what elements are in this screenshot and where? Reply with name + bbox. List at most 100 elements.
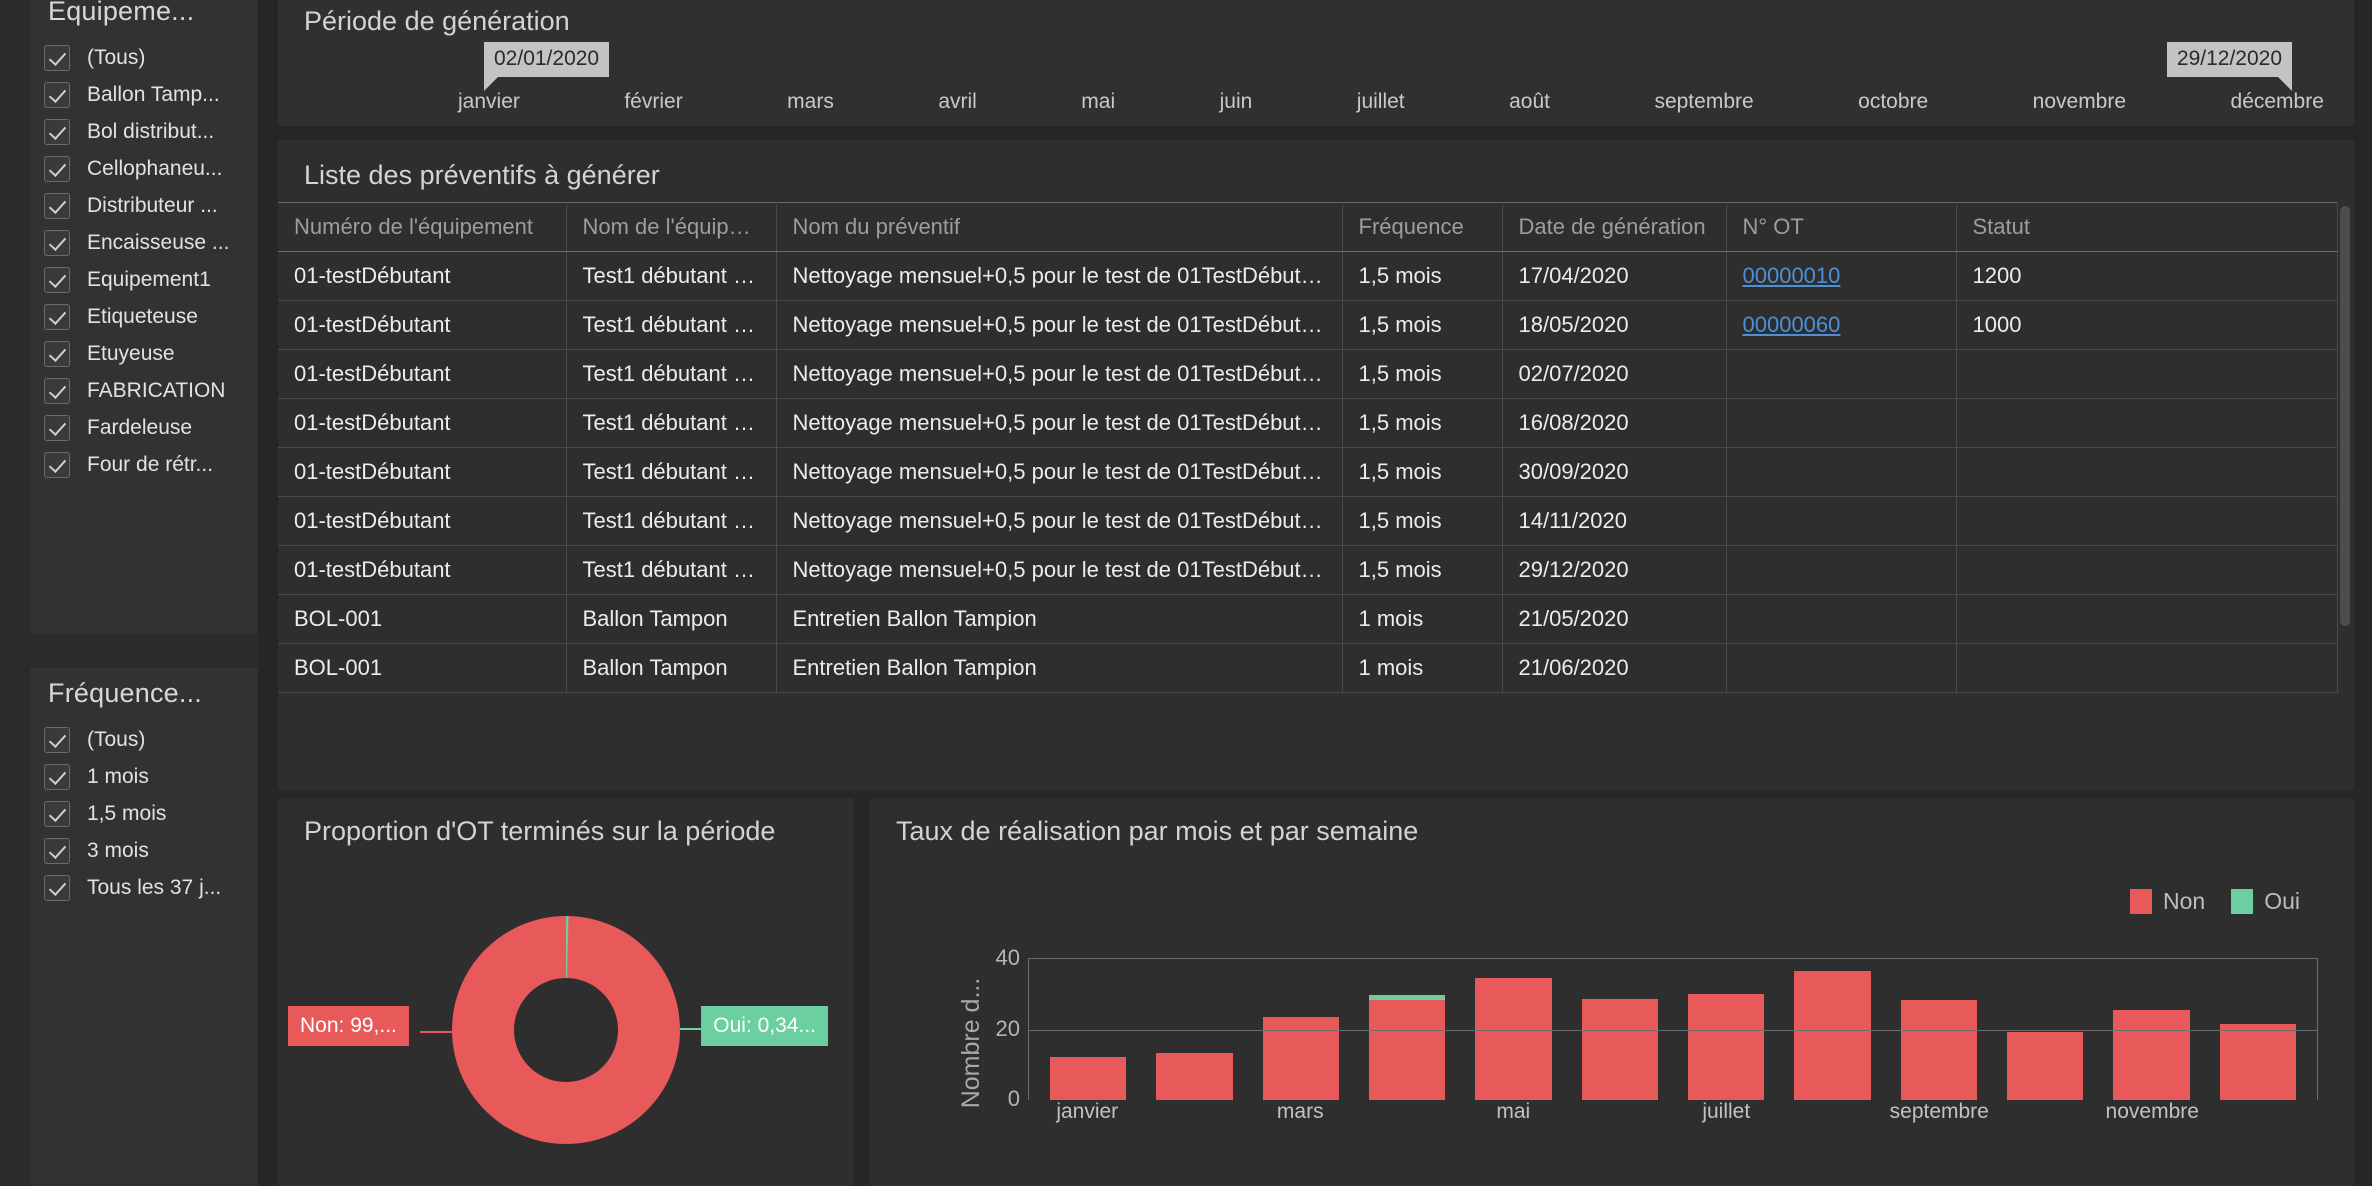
frequency-filter-item[interactable]: (Tous) [30, 721, 258, 758]
legend-item[interactable]: Oui [2231, 888, 2300, 915]
checkbox-checked-icon[interactable] [44, 837, 70, 864]
frequency-filter-item[interactable]: 1 mois [30, 758, 258, 795]
table-row[interactable]: BOL-001 Ballon Tampon Entretien Ballon Tam… [278, 594, 2338, 644]
checkbox-checked-icon[interactable] [44, 155, 70, 182]
table-cell: Nettoyage mensuel+0,5 pour le test de 01… [776, 545, 1343, 595]
checkbox-checked-icon[interactable] [44, 414, 70, 441]
bar-chart-legend[interactable]: Non Oui [2130, 888, 2300, 915]
bar-segment-non[interactable] [1794, 971, 1871, 1100]
checkbox-checked-icon[interactable] [44, 303, 70, 330]
equipment-filter-item[interactable]: Etuyeuse [30, 335, 258, 372]
equipment-filter-item-label: FABRICATION [87, 378, 226, 402]
bar-segment-non[interactable] [2219, 1023, 2297, 1100]
table-row[interactable]: 01-testDébutantTest1 débutant équipem...… [278, 545, 2338, 595]
equipment-filter-item[interactable]: FABRICATION [30, 372, 258, 409]
equipment-filter-item[interactable]: Fardeleuse [30, 409, 258, 446]
table-cell: Test1 débutant équipem... [566, 349, 777, 399]
frequency-filter-item[interactable]: Tous les 37 j... [30, 869, 258, 906]
period-end-date-text: 29/12/2020 [2176, 47, 2282, 70]
bubble-tail-icon [2278, 77, 2292, 91]
equipment-filter-item[interactable]: Four de rétr... [30, 446, 258, 483]
checkbox-checked-icon[interactable] [44, 192, 70, 219]
frequency-filter-item[interactable]: 3 mois [30, 832, 258, 869]
table-cell [1956, 398, 2338, 448]
checkbox-checked-icon[interactable] [44, 726, 70, 753]
table-cell: 21/06/2020 [1502, 643, 1727, 693]
frequency-filter-item-label: (Tous) [87, 727, 146, 751]
table-cell [1956, 545, 2338, 595]
table-column-header[interactable]: Date de génération [1502, 202, 1727, 252]
bar-segment-non[interactable] [1900, 999, 1978, 1100]
table-row[interactable]: 01-testDébutantTest1 débutant équipem...… [278, 349, 2338, 399]
table-column-header[interactable]: N° OT [1726, 202, 1957, 252]
table-cell: 01-testDébutant [278, 349, 567, 399]
equipment-filter-item[interactable]: Equipement1 [30, 261, 258, 298]
frequency-filter-list[interactable]: (Tous) 1 mois 1,5 mois 3 mois Tous les 37 j.… [30, 721, 258, 906]
legend-item[interactable]: Non [2130, 888, 2205, 915]
period-slider[interactable]: 02/01/2020 29/12/2020 janvier février mars… [278, 42, 2354, 126]
table-row[interactable]: BOL-001 Ballon Tampon Entretien Ballon Tam… [278, 643, 2338, 693]
equipment-filter-item[interactable]: Encaisseuse ... [30, 224, 258, 261]
table-row[interactable]: 01-testDébutantTest1 débutant équipem...… [278, 300, 2338, 350]
equipment-filter-item-label: Etiqueteuse [87, 304, 198, 328]
table-column-header[interactable]: Nom de l'équipement [566, 202, 777, 252]
checkbox-checked-icon[interactable] [44, 81, 70, 108]
equipment-filter-item[interactable]: Cellophaneu... [30, 150, 258, 187]
realisation-rate-title: Taux de réalisation par mois et par sema… [896, 816, 1419, 846]
table-cell: 01-testDébutant [278, 300, 567, 350]
equipment-filter-item[interactable]: Ballon Tamp... [30, 76, 258, 113]
checkbox-checked-icon[interactable] [44, 118, 70, 145]
table-vertical-scrollbar[interactable] [2340, 206, 2350, 626]
bar-segment-non[interactable] [2113, 1010, 2190, 1100]
table-row[interactable]: 01-testDébutantTest1 débutant équipem...… [278, 398, 2338, 448]
preventive-table-scroll[interactable]: Numéro de l'équipement Nom de l'équipemen… [278, 202, 2354, 790]
table-row[interactable]: 01-testDébutantTest1 débutant équipem...… [278, 251, 2338, 301]
checkbox-checked-icon[interactable] [44, 229, 70, 256]
bar-segment-non[interactable] [1581, 999, 1659, 1100]
equipment-filter-item[interactable]: (Tous) [30, 39, 258, 76]
bar-segment-non[interactable] [1687, 993, 1765, 1100]
realisation-rate-panel: Taux de réalisation par mois et par sema… [870, 798, 2354, 1186]
table-column-header[interactable]: Nom du préventif [776, 202, 1343, 252]
y-axis-tick-label: 40 [995, 945, 1020, 970]
table-cell: Nettoyage mensuel+0,5 pour le test de 01… [776, 349, 1343, 399]
equipment-filter-item[interactable]: Distributeur ... [30, 187, 258, 224]
table-cell: Test1 débutant équipem... [566, 545, 777, 595]
table-column-header[interactable]: Numéro de l'équipement [278, 202, 567, 252]
table-column-header[interactable]: Fréquence [1342, 202, 1503, 252]
bar-segment-non[interactable] [2006, 1031, 2084, 1100]
checkbox-checked-icon[interactable] [44, 874, 70, 901]
bar-segment-non[interactable] [1475, 977, 1552, 1100]
frequency-filter-item-label: 1 mois [87, 764, 149, 788]
ot-number-link[interactable]: 00000060 [1743, 312, 1841, 337]
bar-segment-non[interactable] [1368, 999, 1446, 1100]
ot-number-link[interactable]: 00000010 [1743, 263, 1841, 288]
table-row[interactable]: 01-testDébutantTest1 débutant équipem...… [278, 447, 2338, 497]
chart-gridline [1029, 1029, 2317, 1031]
table-cell: 01-testDébutant [278, 545, 567, 595]
checkbox-checked-icon[interactable] [44, 763, 70, 790]
x-axis-tick-label: mai [1496, 1100, 1531, 1123]
frequency-filter-item[interactable]: 1,5 mois [30, 795, 258, 832]
period-end-date-bubble[interactable]: 29/12/2020 [2166, 42, 2292, 91]
checkbox-checked-icon[interactable] [44, 800, 70, 827]
checkbox-checked-icon[interactable] [44, 266, 70, 293]
checkbox-checked-icon[interactable] [44, 340, 70, 367]
checkbox-checked-icon[interactable] [44, 451, 70, 478]
equipment-filter-item[interactable]: Etiqueteuse [30, 298, 258, 335]
period-start-date-bubble[interactable]: 02/01/2020 [484, 42, 610, 91]
bar-segment-non[interactable] [1049, 1057, 1127, 1100]
bar-segment-non[interactable] [1156, 1053, 1233, 1100]
period-month-label: novembre [2032, 90, 2127, 113]
equipment-filter-item[interactable]: Bol distribut... [30, 113, 258, 150]
checkbox-checked-icon[interactable] [44, 44, 70, 71]
table-cell: Test1 débutant équipem... [566, 300, 777, 350]
table-cell: 14/11/2020 [1502, 496, 1727, 546]
equipment-filter-list[interactable]: (Tous) Ballon Tamp... Bol distribut... Cell… [30, 39, 258, 483]
table-column-header[interactable]: Statut [1956, 202, 2338, 252]
period-month-label: septembre [1654, 90, 1754, 113]
checkbox-checked-icon[interactable] [44, 377, 70, 404]
table-row[interactable]: 01-testDébutantTest1 débutant équipem...… [278, 496, 2338, 546]
table-cell [1726, 349, 1957, 399]
preventive-list-title: Liste des préventifs à générer [304, 160, 660, 190]
